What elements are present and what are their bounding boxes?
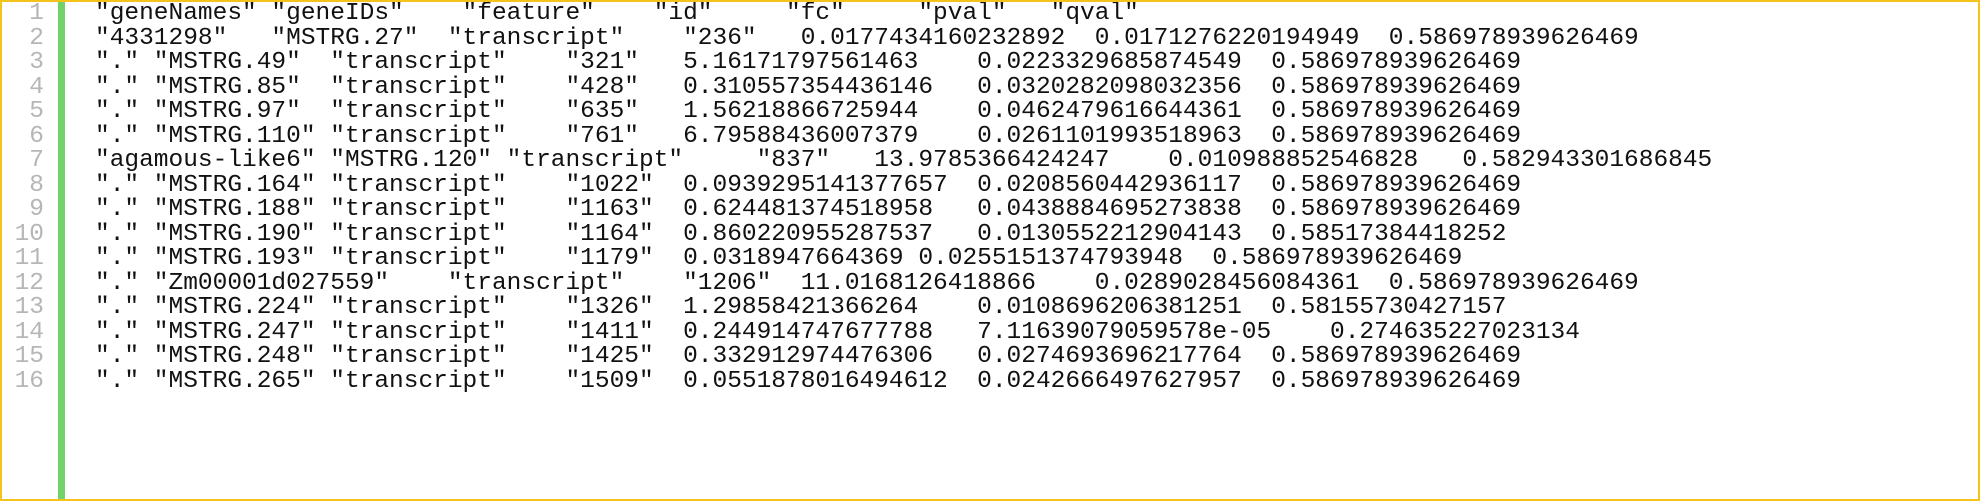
line-number: 12	[14, 269, 44, 297]
text-editor[interactable]: 1 "geneNames" "geneIDs" "feature" "id" "f…	[0, 0, 1980, 501]
line-text[interactable]: "." "MSTRG.247" "transcript" "1411" 0.24…	[95, 320, 1580, 346]
code-line[interactable]: 4 "." "MSTRG.85" "transcript" "428" 0.310…	[2, 73, 1978, 101]
line-text[interactable]: "." "Zm00001d027559" "transcript" "1206"…	[95, 271, 1639, 297]
code-line[interactable]: 5 "." "MSTRG.97" "transcript" "635" 1.562…	[2, 98, 1978, 125]
code-line[interactable]: 13 "." "MSTRG.224" "transcript" "1326" 1.…	[2, 294, 1978, 321]
code-line[interactable]: 14 "." "MSTRG.247" "transcript" "1411" 0.…	[2, 318, 1978, 346]
code-line[interactable]: 11 "." "MSTRG.193" "transcript" "1179" 0.…	[2, 245, 1978, 272]
line-number: 8	[29, 171, 44, 199]
line-text[interactable]: "." "MSTRG.110" "transcript" "761" 6.795…	[95, 124, 1521, 150]
line-number: 16	[14, 367, 44, 395]
line-text[interactable]: "." "MSTRG.188" "transcript" "1163" 0.62…	[95, 197, 1521, 223]
line-number: 14	[14, 318, 44, 346]
line-number: 6	[29, 122, 44, 150]
code-line[interactable]: 7 "agamous-like6" "MSTRG.120" "transcript…	[2, 147, 1978, 174]
line-text[interactable]: "." "MSTRG.265" "transcript" "1509" 0.05…	[95, 369, 1521, 395]
code-line[interactable]: 6 "." "MSTRG.110" "transcript" "761" 6.79…	[2, 122, 1978, 150]
line-number: 9	[29, 196, 44, 223]
code-line[interactable]: 15 "." "MSTRG.248" "transcript" "1425" 0.…	[2, 343, 1978, 370]
code-line[interactable]: 2 "4331298" "MSTRG.27" "transcript" "236"…	[2, 24, 1978, 52]
line-text[interactable]: "." "MSTRG.224" "transcript" "1326" 1.29…	[95, 295, 1506, 321]
line-number: 4	[29, 73, 44, 101]
code-line[interactable]: 1 "geneNames" "geneIDs" "feature" "id" "f…	[2, 2, 1978, 27]
code-line[interactable]: 16 "." "MSTRG.265" "transcript" "1509" 0.…	[2, 367, 1978, 395]
line-number: 13	[14, 294, 44, 321]
line-text[interactable]: "agamous-like6" "MSTRG.120" "transcript"…	[95, 148, 1712, 174]
line-number: 11	[14, 245, 44, 272]
line-text[interactable]: "geneNames" "geneIDs" "feature" "id" "fc…	[95, 2, 1139, 27]
line-text[interactable]: "4331298" "MSTRG.27" "transcript" "236" …	[95, 26, 1639, 52]
line-text[interactable]: "." "MSTRG.97" "transcript" "635" 1.5621…	[95, 99, 1521, 125]
code-line[interactable]: 10 "." "MSTRG.190" "transcript" "1164" 0.…	[2, 220, 1978, 248]
line-number: 5	[29, 98, 44, 125]
code-line[interactable]: 9 "." "MSTRG.188" "transcript" "1163" 0.6…	[2, 196, 1978, 223]
line-number: 1	[29, 0, 44, 27]
line-number: 2	[29, 24, 44, 52]
line-text[interactable]: "." "MSTRG.248" "transcript" "1425" 0.33…	[95, 344, 1521, 370]
line-number: 15	[14, 343, 44, 370]
code-line[interactable]: 3 "." "MSTRG.49" "transcript" "321" 5.161…	[2, 49, 1978, 76]
line-text[interactable]: "." "MSTRG.190" "transcript" "1164" 0.86…	[95, 222, 1506, 248]
line-number: 10	[14, 220, 44, 248]
line-text[interactable]: "." "MSTRG.85" "transcript" "428" 0.3105…	[95, 75, 1521, 101]
line-text[interactable]: "." "MSTRG.193" "transcript" "1179" 0.03…	[95, 246, 1462, 272]
code-line[interactable]: 8 "." "MSTRG.164" "transcript" "1022" 0.0…	[2, 171, 1978, 199]
code-line[interactable]: 12 "." "Zm00001d027559" "transcript" "120…	[2, 269, 1978, 297]
line-number: 3	[29, 49, 44, 76]
line-text[interactable]: "." "MSTRG.49" "transcript" "321" 5.1617…	[95, 50, 1521, 76]
line-text[interactable]: "." "MSTRG.164" "transcript" "1022" 0.09…	[95, 173, 1521, 199]
line-number: 7	[29, 147, 44, 174]
